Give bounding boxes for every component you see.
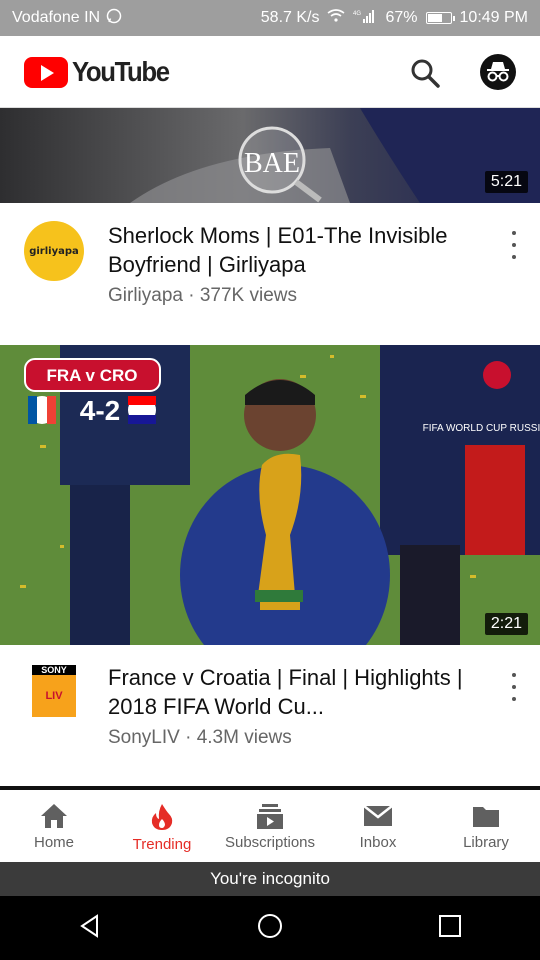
video-info[interactable]: girliyapa Sherlock Moms | E01-The Invisi… — [0, 203, 540, 345]
network-type: 4G — [353, 11, 361, 17]
video-duration: 5:21 — [484, 171, 528, 193]
youtube-logo[interactable]: YouTube — [24, 56, 177, 88]
battery-fill — [427, 14, 442, 22]
video-info[interactable]: SONY LIV France v Croatia | Final | High… — [0, 645, 540, 790]
incognito-icon — [487, 62, 509, 82]
nav-inbox-label: Inbox — [359, 834, 397, 851]
search-button[interactable] — [408, 56, 442, 90]
channel-avatar-text: SONY — [32, 665, 76, 675]
channel-avatar[interactable]: SONY LIV — [32, 665, 76, 717]
more-options-icon[interactable] — [504, 673, 524, 701]
channel-avatar[interactable]: girliyapa — [24, 221, 84, 281]
home-icon — [41, 804, 67, 828]
nav-inbox[interactable]: Inbox — [324, 790, 432, 862]
video-duration: 2:21 — [484, 613, 528, 635]
network-speed: 58.7 K/s — [260, 9, 320, 26]
video-channel-views: SonyLIV · 4.3M views — [108, 727, 292, 748]
nav-trending[interactable]: Trending — [108, 790, 216, 862]
subscriptions-icon — [257, 804, 283, 829]
trending-flame-icon — [151, 804, 173, 830]
wifi-icon — [327, 8, 345, 28]
clock: 10:49 PM — [459, 9, 528, 26]
app-bar: YouTube — [0, 36, 540, 108]
status-bar: Vodafone IN 58.7 K/s 4G 67% 10:49 PM — [0, 0, 540, 36]
nav-subscriptions-label: Subscriptions — [224, 834, 316, 851]
signal-icon: 4G — [353, 9, 377, 28]
recents-square-icon[interactable] — [437, 913, 463, 944]
incognito-banner: You're incognito — [0, 862, 540, 896]
whatsapp-icon — [106, 8, 122, 29]
battery-percent: 67% — [385, 9, 418, 26]
video-channel-views: Girliyapa · 377K views — [108, 285, 298, 306]
home-circle-icon[interactable] — [256, 912, 284, 945]
thumbnail-text: BAE — [244, 148, 300, 179]
more-options-icon[interactable] — [504, 231, 524, 259]
bottom-navigation: Home Trending Subscriptions Inbox Librar… — [0, 790, 540, 862]
library-folder-icon — [473, 807, 499, 827]
channel-avatar-text: girliyapa — [29, 245, 79, 257]
score-value: 4-2 — [80, 395, 120, 426]
nav-home[interactable]: Home — [0, 790, 108, 862]
back-icon[interactable] — [77, 913, 103, 944]
youtube-play-icon — [24, 56, 68, 88]
nav-library-label: Library — [463, 834, 509, 851]
search-icon — [411, 59, 440, 88]
wc-logo-text: FIFA WORLD CUP RUSSIA 2018 — [423, 423, 540, 434]
thumbnail-image: BAE — [0, 108, 540, 203]
video-thumbnail[interactable]: FRA v CRO 4-2 FIFA WORLD CUP RUSSIA 2018… — [0, 345, 540, 645]
nav-library[interactable]: Library — [432, 790, 540, 862]
video-title[interactable]: Sherlock Moms | E01-The Invisible Boyfri… — [108, 221, 488, 279]
nav-subscriptions[interactable]: Subscriptions — [216, 790, 324, 862]
score-teams: FRA v CRO — [47, 366, 138, 385]
incognito-account-button[interactable] — [480, 54, 516, 90]
video-title[interactable]: France v Croatia | Final | Highlights | … — [108, 663, 488, 721]
battery-icon — [425, 12, 455, 24]
thumbnail-image: FRA v CRO 4-2 FIFA WORLD CUP RUSSIA 2018 — [0, 345, 540, 645]
nav-trending-label: Trending — [132, 836, 192, 853]
logo-text: YouTube — [72, 56, 170, 87]
channel-avatar-subtext: LIV — [32, 675, 76, 717]
inbox-mail-icon — [363, 805, 393, 826]
video-thumbnail[interactable]: BAE 5:21 — [0, 108, 540, 203]
carrier-name: Vodafone IN — [12, 9, 101, 26]
system-navigation-bar — [0, 896, 540, 960]
nav-home-label: Home — [33, 834, 74, 851]
incognito-banner-text: You're incognito — [210, 869, 330, 888]
